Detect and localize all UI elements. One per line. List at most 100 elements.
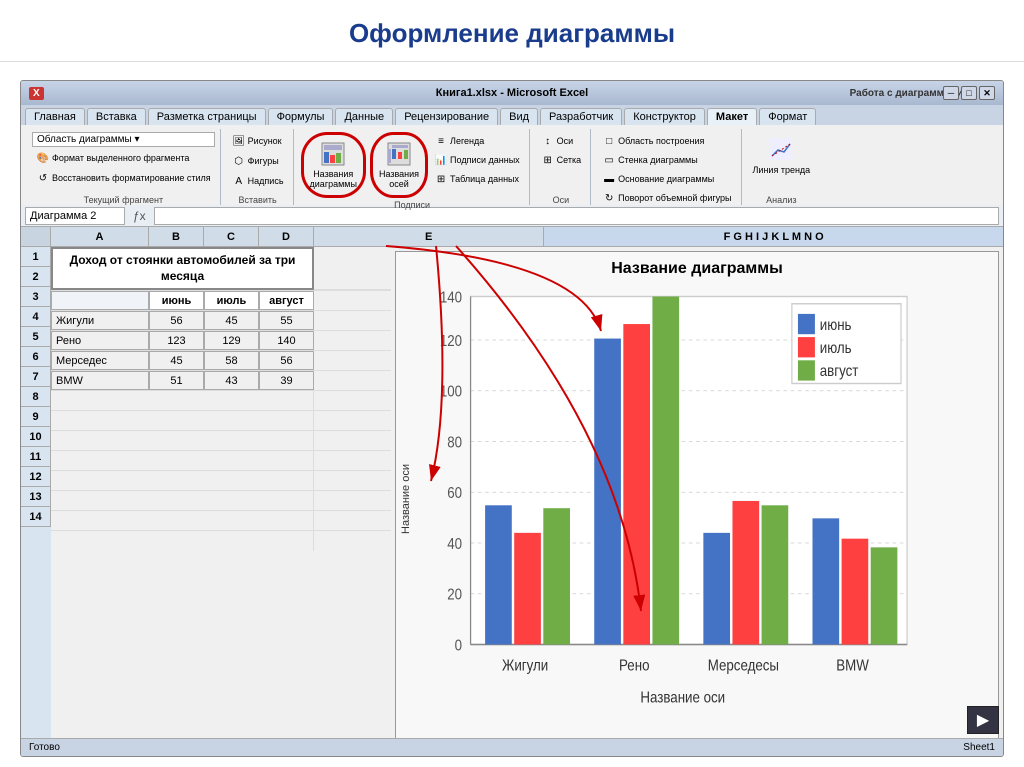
grid-row-12 [51, 491, 391, 511]
page-title: Оформление диаграммы [0, 18, 1024, 49]
cell-jul-2[interactable]: 129 [204, 331, 259, 350]
cell-car-4[interactable]: BMW [51, 371, 149, 390]
cell-jun-1[interactable]: 56 [149, 311, 204, 330]
col-F-plus: F G H I J K L M N O [544, 227, 1003, 246]
tab-glavnaya[interactable]: Главная [25, 108, 85, 125]
chart-title: Название диаграммы [396, 252, 998, 282]
legend-icon: ≡ [434, 134, 448, 148]
cell-jul-4[interactable]: 43 [204, 371, 259, 390]
vosstanovit-btn[interactable]: ↺ Восстановить форматирование стиля [32, 169, 215, 187]
status-text: Готово [29, 742, 60, 753]
cell-jul-3[interactable]: 58 [204, 351, 259, 370]
empty-row1-col5[interactable] [314, 247, 391, 290]
osi-stack: ↕ Оси ⊞ Сетка [537, 132, 585, 169]
tab-format[interactable]: Формат [759, 108, 816, 125]
cell-car-2[interactable]: Рено [51, 331, 149, 350]
header-car[interactable] [51, 291, 149, 310]
cell-jun-4[interactable]: 51 [149, 371, 204, 390]
grid-row-3: Жигули 56 45 55 [51, 311, 391, 331]
formula-input[interactable] [154, 207, 999, 225]
tab-vid[interactable]: Вид [500, 108, 538, 125]
row-13: 13 [21, 487, 51, 507]
tekushiy-buttons: Область диаграммы ▾ 🎨 Формат выделенного… [32, 132, 215, 193]
header-empty[interactable] [314, 291, 391, 310]
cell-jul-1[interactable]: 45 [204, 311, 259, 330]
title-merged-cell[interactable]: Доход от стоянки автомобилей за три меся… [51, 247, 314, 290]
vosstanovit-label: Восстановить форматирование стиля [52, 173, 211, 183]
grid-area: 1 2 3 4 5 6 7 8 9 10 11 12 13 14 [21, 247, 391, 757]
oblast-diagrammy-select[interactable]: Область диаграммы ▾ [32, 132, 215, 147]
text-icon: A [232, 174, 246, 188]
header-aug[interactable]: август [259, 291, 314, 310]
picture-icon: 🖼 [232, 134, 246, 148]
osi-btn[interactable]: ↕ Оси [537, 132, 585, 150]
cell-aug-4[interactable]: 39 [259, 371, 314, 390]
tab-dannye[interactable]: Данные [335, 108, 393, 125]
podpisi-dannych-btn[interactable]: 📊 Подписи данных [430, 151, 524, 169]
tab-vstavka[interactable]: Вставка [87, 108, 146, 125]
legenda-btn[interactable]: ≡ Легенда [430, 132, 524, 150]
cell-jun-2[interactable]: 123 [149, 331, 204, 350]
row-4: 4 [21, 307, 51, 327]
nazv-osei-btn[interactable]: Названияосей [375, 137, 423, 193]
setka-btn[interactable]: ⊞ Сетка [537, 151, 585, 169]
nadpis-btn[interactable]: A Надпись [228, 172, 288, 190]
osnovanie-btn[interactable]: ▬ Основание диаграммы [598, 170, 735, 188]
cell-empty-1[interactable] [314, 311, 391, 330]
data-table-icon: ⊞ [434, 172, 448, 186]
cell-jun-3[interactable]: 45 [149, 351, 204, 370]
tab-maket[interactable]: Макет [707, 108, 757, 125]
svg-text:BMW: BMW [836, 658, 869, 675]
osi-label: Оси [557, 136, 574, 146]
figury-btn[interactable]: ⬡ Фигуры [228, 152, 288, 170]
cell-aug-3[interactable]: 56 [259, 351, 314, 370]
podpisi-stack: ≡ Легенда 📊 Подписи данных ⊞ Таблица дан… [430, 132, 524, 188]
povorot-btn[interactable]: ↻ Поворот объемной фигуры [598, 189, 735, 207]
tab-recenzirovanie[interactable]: Рецензирование [395, 108, 498, 125]
nadpis-label: Надпись [248, 176, 284, 186]
nazv-diagrammy-btn[interactable]: Названиядиаграммы [306, 137, 361, 193]
cell-empty-2[interactable] [314, 331, 391, 350]
window-controls[interactable]: ─ □ ✕ [943, 86, 995, 100]
svg-text:0: 0 [455, 637, 462, 654]
name-box[interactable] [25, 207, 125, 225]
tablica-dannych-btn[interactable]: ⊞ Таблица данных [430, 170, 524, 188]
maximize-btn[interactable]: □ [961, 86, 977, 100]
tab-konstruktor[interactable]: Конструктор [624, 108, 705, 125]
oblast-postr-btn[interactable]: □ Область построения [598, 132, 735, 150]
tab-razmetka[interactable]: Разметка страницы [148, 108, 266, 125]
vstavit-buttons: 🖼 Рисунок ⬡ Фигуры A Надпись [228, 132, 288, 193]
svg-text:Мерседесы: Мерседесы [708, 658, 779, 675]
header-jul[interactable]: июль [204, 291, 259, 310]
group-podpisi: Названиядиаграммы [296, 129, 530, 205]
tab-formuly[interactable]: Формулы [268, 108, 334, 125]
cell-empty-4[interactable] [314, 371, 391, 390]
close-btn[interactable]: ✕ [979, 86, 995, 100]
grid-row-13 [51, 511, 391, 531]
header-jun[interactable]: июнь [149, 291, 204, 310]
group-vstavit: 🖼 Рисунок ⬡ Фигуры A Надпись Вставить [223, 129, 294, 205]
chart-container[interactable]: Название диаграммы Название оси 0 [395, 251, 999, 757]
format-vyd-btn[interactable]: 🎨 Формат выделенного фрагмента [32, 149, 215, 167]
stenka-btn[interactable]: ▭ Стенка диаграммы [598, 151, 735, 169]
cell-aug-2[interactable]: 140 [259, 331, 314, 350]
analiz-buttons: Линия тренда [749, 132, 815, 193]
group-analiz: Линия тренда Анализ [744, 129, 820, 205]
cell-aug-1[interactable]: 55 [259, 311, 314, 330]
next-slide-button[interactable]: ▶ [967, 706, 999, 734]
liniya-trenda-btn[interactable]: Линия тренда [749, 132, 815, 178]
row-9: 9 [21, 407, 51, 427]
nazv-diagrammy-label: Названиядиаграммы [310, 170, 357, 190]
cell-car-1[interactable]: Жигули [51, 311, 149, 330]
cell-car-3[interactable]: Мерседес [51, 351, 149, 370]
risunok-btn[interactable]: 🖼 Рисунок [228, 132, 288, 150]
minimize-btn[interactable]: ─ [943, 86, 959, 100]
cell-empty-3[interactable] [314, 351, 391, 370]
podpisi-dannych-label: Подписи данных [450, 155, 520, 165]
shapes-icon: ⬡ [232, 154, 246, 168]
grid-row-6: BMW 51 43 39 [51, 371, 391, 391]
row-10: 10 [21, 427, 51, 447]
tab-razrabotchik[interactable]: Разработчик [540, 108, 622, 125]
row-11: 11 [21, 447, 51, 467]
col-D: D [259, 227, 314, 246]
